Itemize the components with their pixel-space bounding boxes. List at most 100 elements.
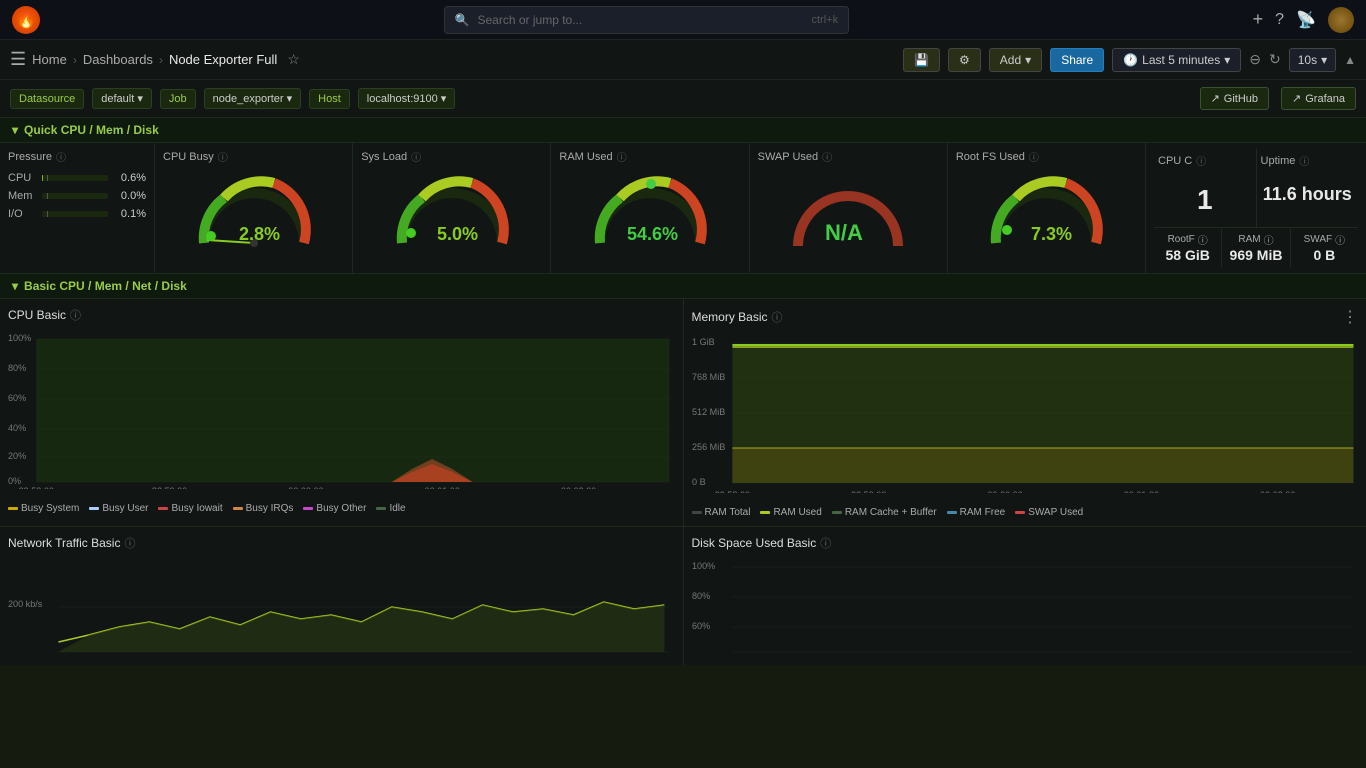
svg-text:00:00:00: 00:00:00 [288,486,323,489]
io-track [42,211,108,217]
memory-basic-legend: RAM Total RAM Used RAM Cache + Buffer RA… [692,507,1359,518]
memory-basic-info[interactable]: ⓘ [772,309,783,325]
swap-stat: SWAF ⓘ 0 B [1291,228,1358,267]
ram-used-label: RAM Used [773,507,821,518]
breadcrumb-sep1: › [73,53,77,67]
refresh-interval-label: 10s [1298,53,1317,67]
svg-text:7.3%: 7.3% [1031,224,1072,244]
host-label: Host [309,89,350,109]
swap-used-card: SWAP Used ⓘ N/A [750,143,948,273]
cpu-count-info[interactable]: ⓘ [1196,153,1206,168]
pressure-io-row: I/O 0.1% [8,208,146,220]
feed-icon[interactable]: 📡 [1296,10,1316,30]
collapse-all-icon[interactable]: ▲ [1344,53,1356,67]
search-bar[interactable]: 🔍 Search or jump to... ctrl+k [444,6,850,34]
breadcrumb-dashboards[interactable]: Dashboards [83,52,153,67]
memory-basic-chart: 1 GiB 768 MiB 512 MiB 256 MiB 0 B [692,333,1359,503]
network-title: Network Traffic Basic ⓘ [8,535,675,551]
svg-text:80%: 80% [692,591,710,601]
zoom-out-icon[interactable]: ⊖ [1249,51,1261,68]
datasource-select[interactable]: default ▾ [92,88,152,109]
svg-text:40%: 40% [8,423,26,433]
refresh-interval-picker[interactable]: 10s ▾ [1289,48,1336,72]
menu-icon[interactable]: ☰ [10,49,26,70]
star-icon[interactable]: ☆ [287,51,300,68]
pressure-mem-row: Mem 0.0% [8,190,146,202]
uptime-info[interactable]: ⓘ [1299,153,1309,168]
busy-irqs-label: Busy IRQs [246,503,294,514]
svg-text:23:59:00: 23:59:00 [152,486,187,489]
svg-text:54.6%: 54.6% [627,224,678,244]
github-label: GitHub [1224,93,1258,105]
ram-free-dot [947,511,957,514]
ram-stat-label: RAM ⓘ [1226,232,1285,247]
rootfs-stat: RootF ⓘ 58 GiB [1154,228,1222,267]
plus-icon[interactable]: + [1253,9,1264,30]
cpu-uptime-card: CPU C ⓘ 1 Uptime ⓘ 11.6 hours RootF ⓘ [1146,143,1366,273]
sys-load-title: Sys Load ⓘ [361,149,542,164]
uptime-panel: Uptime ⓘ 11.6 hours [1257,149,1359,227]
save-icon: 💾 [914,53,929,67]
swap-used-info[interactable]: ⓘ [822,149,832,164]
host-select[interactable]: localhost:9100 ▾ [358,88,456,109]
nav-right: + ? 📡 [1253,7,1354,33]
ram-cache-dot [832,511,842,514]
busy-other-dot [303,507,313,510]
svg-text:N/A: N/A [825,220,863,245]
add-button[interactable]: Add ▾ [989,48,1042,72]
time-range-picker[interactable]: 🕐 Last 5 minutes ▾ [1112,48,1241,72]
datasource-value: default [101,93,134,105]
cpu-label: CPU [8,172,36,184]
root-fs-info[interactable]: ⓘ [1029,149,1039,164]
grafana-logo[interactable]: 🔥 [12,6,40,34]
svg-text:00:01:00: 00:01:00 [1123,490,1158,493]
github-button[interactable]: ↗ GitHub [1200,87,1269,110]
grafana-button[interactable]: ↗ Grafana [1281,87,1356,110]
sys-load-info[interactable]: ⓘ [411,149,421,164]
help-icon[interactable]: ? [1275,11,1284,29]
settings-icon: ⚙ [959,53,970,67]
charts-row: CPU Basic ⓘ 100% 80% 60% 40% 20% 0% [0,299,1366,526]
save-button[interactable]: 💾 [903,48,940,72]
busy-system-dot [8,507,18,510]
ram-free-label: RAM Free [960,507,1006,518]
breadcrumb-home[interactable]: Home [32,52,67,67]
idle-label: Idle [389,503,405,514]
pressure-info-icon[interactable]: ⓘ [56,149,66,164]
cpu-basic-title: CPU Basic ⓘ [8,307,675,323]
mem-label: Mem [8,190,36,202]
top-nav: 🔥 🔍 Search or jump to... ctrl+k + ? 📡 [0,0,1366,40]
quick-section-header[interactable]: ▾ Quick CPU / Mem / Disk [0,118,1366,143]
basic-section-header[interactable]: ▾ Basic CPU / Mem / Net / Disk [0,274,1366,299]
job-value: node_exporter [213,93,284,105]
swap-used-gauge: N/A [758,168,939,253]
busy-other-label: Busy Other [316,503,366,514]
swap-used-label: SWAP Used [1028,507,1083,518]
share-button[interactable]: Share [1050,48,1104,72]
svg-text:60%: 60% [692,621,710,631]
cpu-basic-info[interactable]: ⓘ [70,307,81,323]
svg-text:00:02:00: 00:02:00 [1260,490,1295,493]
cpu-busy-gauge: 2.8% [163,168,344,248]
cpu-busy-info[interactable]: ⓘ [218,149,228,164]
ram-used-info[interactable]: ⓘ [617,149,627,164]
svg-text:100%: 100% [692,561,715,571]
rootfs-label: RootF ⓘ [1158,232,1217,247]
avatar[interactable] [1328,7,1354,33]
memory-menu-button[interactable]: ⋮ [1342,307,1358,327]
settings-button[interactable]: ⚙ [948,48,981,72]
ram-info[interactable]: ⓘ [1264,232,1274,247]
search-shortcut: ctrl+k [812,14,839,26]
svg-text:0 B: 0 B [692,477,706,487]
refresh-icon[interactable]: ↻ [1269,51,1281,68]
bottom-charts: Network Traffic Basic ⓘ 200 kb/s Disk Sp… [0,526,1366,665]
clock-icon: 🕐 [1123,53,1138,67]
svg-text:20%: 20% [8,451,26,461]
rootfs-info[interactable]: ⓘ [1198,232,1208,247]
cpu-basic-legend: Busy System Busy User Busy Iowait Busy I… [8,503,675,514]
network-info[interactable]: ⓘ [124,535,135,551]
job-select[interactable]: node_exporter ▾ [204,88,302,109]
swap-info[interactable]: ⓘ [1335,232,1345,247]
busy-iowait-label: Busy Iowait [171,503,222,514]
disk-info[interactable]: ⓘ [820,535,831,551]
